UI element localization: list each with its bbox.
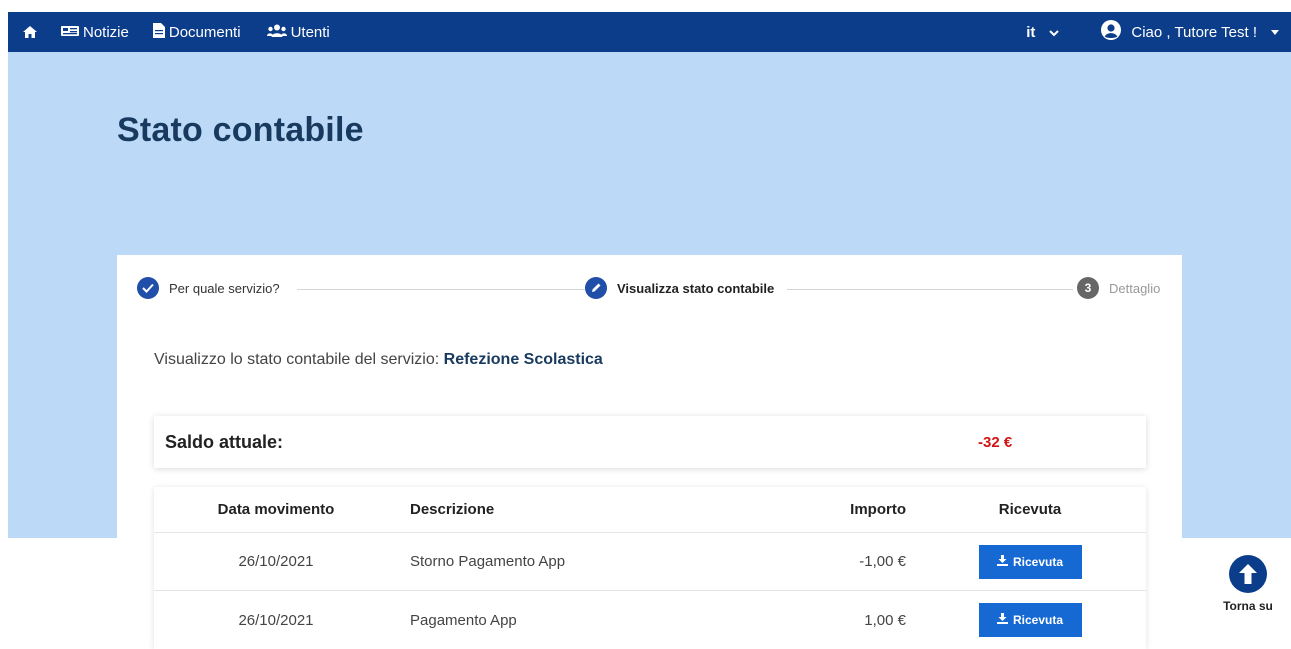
language-selector[interactable]: it (1026, 23, 1060, 41)
balance-box: Saldo attuale: -32 € (154, 416, 1146, 468)
movement-amount: 1,00 € (864, 611, 906, 629)
step-connector (787, 289, 1073, 290)
balance-label: Saldo attuale: (165, 431, 284, 452)
step-service[interactable]: Per quale servizio? (137, 277, 288, 299)
back-to-top-button[interactable]: Torna su (1216, 555, 1280, 613)
nav-item-utenti[interactable]: Utenti (266, 23, 330, 41)
user-circle-icon (1101, 20, 1122, 44)
download-icon (996, 554, 1008, 569)
stepper: Per quale servizio? Visualizza stato con… (137, 277, 1161, 301)
receipt-button[interactable]: Ricevuta (978, 544, 1082, 579)
user-menu[interactable]: Ciao , Tutore Test ! (1101, 20, 1279, 44)
receipt-cell: Ricevuta (966, 544, 1094, 579)
table-row: 26/10/2021 Pagamento App 1,00 € Ricevuta (154, 591, 1146, 649)
movements-table: Data movimento Descrizione Importo Ricev… (154, 487, 1146, 649)
service-name: Refezione Scolastica (443, 351, 603, 368)
column-header: Ricevuta (998, 501, 1062, 518)
intro-text: Visualizzo lo stato contabile del serviz… (154, 351, 603, 369)
nav-item-label: Utenti (290, 23, 330, 41)
home-icon[interactable] (22, 25, 38, 39)
user-greeting: Ciao , Tutore Test ! (1131, 23, 1257, 41)
pencil-icon (585, 277, 607, 299)
nav-item-label: Documenti (168, 23, 241, 41)
column-header: Descrizione (410, 501, 495, 518)
table-row: 26/10/2021 Storno Pagamento App -1,00 € … (154, 533, 1146, 591)
receipt-button-label: Ricevuta (1012, 554, 1064, 569)
arrow-up-icon (1229, 555, 1267, 593)
receipt-button[interactable]: Ricevuta (978, 603, 1082, 637)
movement-description: Storno Pagamento App (410, 553, 566, 570)
download-icon (996, 613, 1008, 627)
newspaper-icon (61, 24, 79, 41)
page-title: Stato contabile (117, 111, 364, 149)
receipt-cell: Ricevuta (966, 603, 1094, 637)
movement-date: 26/10/2021 (238, 611, 314, 629)
step-label: Dettaglio (1109, 280, 1161, 296)
caret-down-icon (1271, 29, 1279, 35)
navbar-right: it Ciao , Tutore Test ! (1026, 20, 1291, 44)
top-navbar: Notizie Documenti Utenti it Ciao , Tutor… (8, 12, 1291, 52)
users-icon (266, 24, 287, 41)
step-view-balance: Visualizza stato contabile (585, 277, 783, 299)
step-connector (297, 289, 587, 290)
movement-amount: -1,00 € (859, 553, 906, 570)
intro-label: Visualizzo lo stato contabile del serviz… (154, 351, 440, 368)
back-to-top-label: Torna su (1223, 599, 1273, 613)
nav-item-label: Notizie (83, 23, 129, 41)
column-header: Data movimento (217, 501, 335, 518)
chevron-down-icon (1049, 24, 1060, 41)
nav-item-notizie[interactable]: Notizie (61, 24, 129, 41)
receipt-button-label: Ricevuta (1012, 613, 1064, 627)
document-icon (152, 22, 165, 42)
step-label: Per quale servizio? (169, 280, 280, 296)
movement-description: Pagamento App (410, 611, 517, 629)
movement-date: 26/10/2021 (238, 553, 314, 570)
step-number: 3 (1077, 277, 1099, 299)
balance-value: -32 € (978, 433, 1013, 451)
content-card: Per quale servizio? Visualizza stato con… (117, 255, 1182, 649)
step-label: Visualizza stato contabile (617, 280, 775, 296)
table-header-row: Data movimento Descrizione Importo Ricev… (154, 487, 1146, 533)
language-label: it (1026, 23, 1036, 41)
step-detail: 3 Dettaglio (1077, 277, 1161, 299)
column-header: Importo (850, 501, 906, 518)
nav-item-documenti[interactable]: Documenti (152, 22, 241, 42)
check-icon (137, 277, 159, 299)
